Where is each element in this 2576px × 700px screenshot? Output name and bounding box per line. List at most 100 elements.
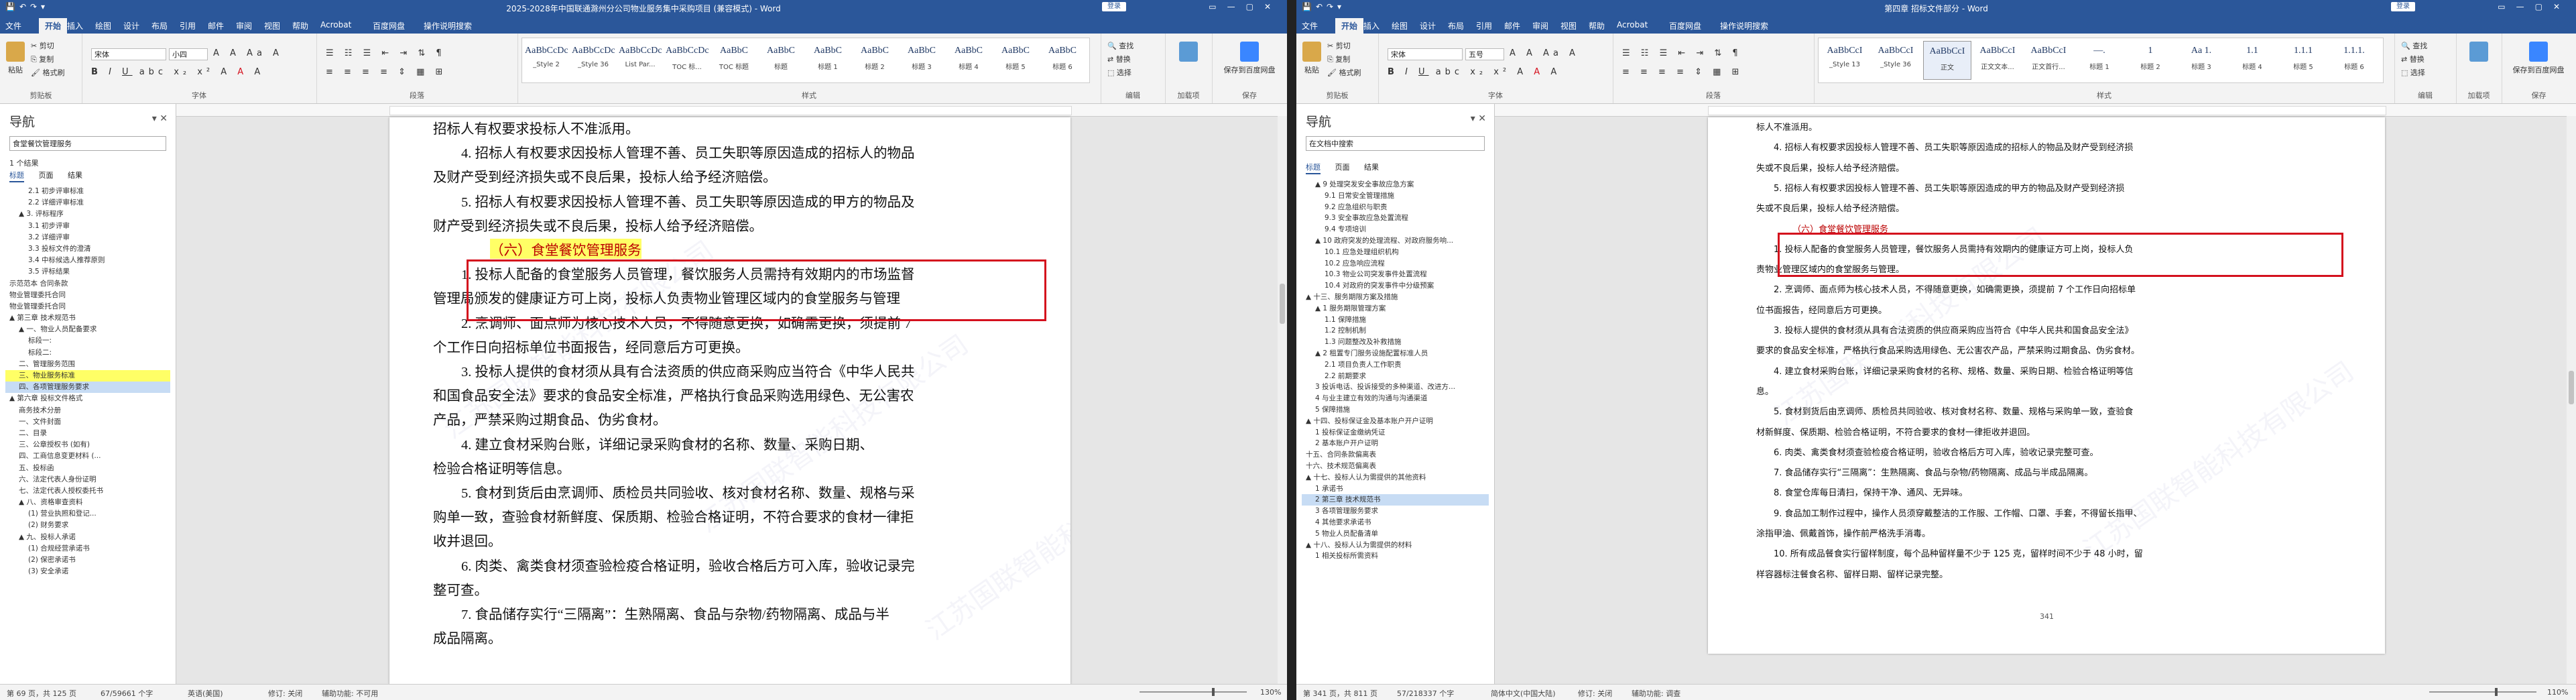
- ribbon-tab[interactable]: 引用: [1476, 20, 1492, 32]
- ribbon-tab[interactable]: 绘图: [95, 20, 111, 32]
- ribbon-tab[interactable]: 文件: [5, 20, 21, 32]
- ribbon-tab[interactable]: 设计: [1420, 20, 1436, 32]
- replace-button[interactable]: ⇄ 替换: [2401, 54, 2425, 64]
- font-format-tools[interactable]: B I U abc x₂ x² A A A: [1388, 67, 1560, 77]
- font-size-tools[interactable]: A A Aa A: [1510, 48, 1579, 58]
- align-tools[interactable]: ≡ ≡ ≡ ≡ ⇕ ▦ ⊞: [1622, 67, 1743, 77]
- nav-heading-item[interactable]: ▲ 1 服务期限管理方案: [1302, 303, 1489, 314]
- nav-heading-item[interactable]: 示范范本 合同条款: [5, 278, 170, 290]
- style-preset[interactable]: AaBbCcDc _Style 2: [525, 41, 568, 78]
- document-page[interactable]: 江苏国联智能科技有限公司 江苏国联智能科技有限公司 江苏国联智能科技有限公司 招…: [389, 117, 1070, 685]
- horizontal-ruler[interactable]: [1495, 104, 2576, 117]
- nav-heading-item[interactable]: ▲ 九、投标人承诺: [5, 532, 170, 543]
- style-preset[interactable]: AaBbCcDc List Par...: [619, 41, 662, 78]
- status-zoom[interactable]: 130%: [1260, 688, 1281, 697]
- ribbon-tab[interactable]: 视图: [264, 20, 280, 32]
- scroll-thumb[interactable]: [1280, 284, 1285, 324]
- nav-heading-item[interactable]: 二、目录: [5, 428, 170, 439]
- style-preset[interactable]: AaBbC 标题 3: [900, 41, 943, 78]
- ribbon-tab[interactable]: 邮件: [1504, 20, 1520, 32]
- nav-heading-item[interactable]: 标段一:: [5, 335, 170, 347]
- ribbon-tab[interactable]: 开始: [1335, 18, 1364, 34]
- nav-close-icon[interactable]: ▾ ✕: [1471, 113, 1486, 124]
- vertical-scrollbar[interactable]: [2567, 116, 2576, 685]
- ribbon-tab[interactable]: 绘图: [1392, 20, 1408, 32]
- ribbon-tab[interactable]: 视图: [1560, 20, 1577, 32]
- nav-heading-item[interactable]: (3) 安全承诺: [5, 566, 170, 577]
- nav-heading-item[interactable]: (2) 保密承诺书: [5, 555, 170, 566]
- style-preset[interactable]: AaBbC 标题 5: [994, 41, 1037, 78]
- nav-heading-item[interactable]: ▲ 十四、投标保证金及基本账户开户证明: [1302, 416, 1489, 427]
- nav-heading-item[interactable]: 10.1 应急处理组织机构: [1302, 247, 1489, 258]
- nav-heading-item[interactable]: 5 物业人员配备清单: [1302, 528, 1489, 540]
- nav-heading-item[interactable]: ▲ 9 处理突发安全事故应急方案: [1302, 179, 1489, 190]
- ribbon-tab[interactable]: 插入: [67, 20, 83, 32]
- list-tools[interactable]: ☰ ☷ ☰ ⇤ ⇥ ⇅ ¶: [1622, 48, 1742, 58]
- style-preset[interactable]: —. 标题 1: [2076, 41, 2123, 78]
- status-track-changes[interactable]: 修订: 关闭: [1578, 688, 1612, 699]
- font-name-box[interactable]: 宋体: [1388, 48, 1463, 60]
- status-accessibility[interactable]: 辅助功能: 不可用: [322, 688, 378, 699]
- nav-heading-item[interactable]: 2.2 前期要求: [1302, 371, 1489, 382]
- ribbon-tab[interactable]: 百度网盘: [373, 20, 405, 32]
- window-controls[interactable]: ▭—▢✕: [2498, 2, 2571, 11]
- ribbon-tab[interactable]: 操作说明搜索: [424, 20, 472, 32]
- status-zoom[interactable]: 110%: [2547, 688, 2568, 697]
- style-preset[interactable]: AaBbCcI _Style 36: [1872, 41, 1919, 78]
- nav-heading-item[interactable]: 10.2 应急响应流程: [1302, 258, 1489, 270]
- ribbon-tab[interactable]: Acrobat: [1617, 20, 1648, 30]
- nav-tab-pages[interactable]: 页面: [1335, 163, 1350, 172]
- nav-heading-item[interactable]: 五、投标函: [5, 463, 170, 474]
- font-size-tools[interactable]: A A Aa A: [213, 48, 283, 58]
- window-controls[interactable]: ▭—▢✕: [1209, 2, 1282, 11]
- style-preset[interactable]: 1.1.1 标题 5: [2280, 41, 2327, 78]
- replace-button[interactable]: ⇄ 替换: [1107, 54, 1131, 64]
- nav-heading-item[interactable]: 三、物业服务标准: [5, 370, 170, 382]
- find-button[interactable]: 🔍 查找: [1107, 40, 1133, 51]
- nav-tab-pages[interactable]: 页面: [39, 171, 54, 180]
- nav-heading-item[interactable]: 1.1 保障措施: [1302, 314, 1489, 326]
- ribbon-tab[interactable]: 审阅: [1532, 20, 1548, 32]
- nav-tab-headings[interactable]: 标题: [1306, 163, 1321, 174]
- zoom-knob[interactable]: [1212, 688, 1215, 696]
- save-baidu-button[interactable]: 保存到百度网盘: [1219, 42, 1280, 75]
- style-preset[interactable]: AaBbCcI 正文首行...: [2025, 41, 2072, 78]
- status-language[interactable]: 简体中文(中国大陆): [1491, 688, 1556, 699]
- nav-heading-item[interactable]: 四、工商信息变更材料 (...: [5, 451, 170, 462]
- paste-button[interactable]: 粘贴: [1300, 42, 1323, 75]
- nav-heading-item[interactable]: 2.1 初步评审标准: [5, 186, 170, 197]
- nav-heading-item[interactable]: (2) 财务要求: [5, 520, 170, 531]
- ribbon-tab[interactable]: 邮件: [208, 20, 224, 32]
- horizontal-ruler[interactable]: [176, 104, 1287, 117]
- nav-heading-item[interactable]: ▲ 一、物业人员配备要求: [5, 324, 170, 335]
- zoom-slider[interactable]: [2429, 691, 2536, 693]
- nav-heading-item[interactable]: 七、法定代表人授权委托书: [5, 485, 170, 497]
- align-tools[interactable]: ≡ ≡ ≡ ≡ ⇕ ▦ ⊞: [326, 67, 446, 77]
- nav-heading-item[interactable]: 3.3 投标文件的澄清: [5, 243, 170, 255]
- nav-heading-item[interactable]: 1.2 控制机制: [1302, 325, 1489, 337]
- nav-heading-item[interactable]: ▲ 2 租置专门服务设施配置标准人员: [1302, 348, 1489, 359]
- ribbon-tab[interactable]: 设计: [123, 20, 139, 32]
- nav-heading-item[interactable]: (1) 营业执照和登记...: [5, 508, 170, 520]
- ribbon-tab[interactable]: 插入: [1363, 20, 1379, 32]
- nav-heading-item[interactable]: 物业管理委托合同: [5, 290, 170, 301]
- style-preset[interactable]: AaBbC 标题 2: [853, 41, 896, 78]
- nav-heading-item[interactable]: 2.2 详细评审标准: [5, 197, 170, 209]
- vertical-scrollbar[interactable]: [1278, 116, 1287, 685]
- nav-heading-item[interactable]: 十五、合同条款偏离表: [1302, 449, 1489, 461]
- ribbon-tab[interactable]: 布局: [151, 20, 168, 32]
- status-accessibility[interactable]: 辅助功能: 调查: [1632, 688, 1680, 699]
- status-page[interactable]: 第 341 页，共 811 页: [1303, 688, 1377, 699]
- nav-heading-item[interactable]: 物业管理委托合同: [5, 301, 170, 312]
- nav-heading-item[interactable]: 商务技术分册: [5, 405, 170, 416]
- style-preset[interactable]: AaBbC 标题 1: [806, 41, 849, 78]
- nav-heading-item[interactable]: 4 与业主建立有效的沟通与沟通渠道: [1302, 393, 1489, 404]
- ribbon-tab[interactable]: 引用: [180, 20, 196, 32]
- style-preset[interactable]: AaBbCcI 正文: [1923, 41, 1971, 80]
- nav-heading-item[interactable]: ▲ 第六章 投标文件格式: [5, 393, 170, 404]
- nav-heading-item[interactable]: 4 其他要求承诺书: [1302, 517, 1489, 528]
- style-preset[interactable]: AaBbC TOC 标题: [713, 41, 755, 78]
- nav-heading-item[interactable]: ▲ 八、资格审查资料: [5, 497, 170, 508]
- nav-heading-item[interactable]: 1 承诺书: [1302, 483, 1489, 495]
- nav-heading-item[interactable]: 3 各项管理服务要求: [1302, 506, 1489, 517]
